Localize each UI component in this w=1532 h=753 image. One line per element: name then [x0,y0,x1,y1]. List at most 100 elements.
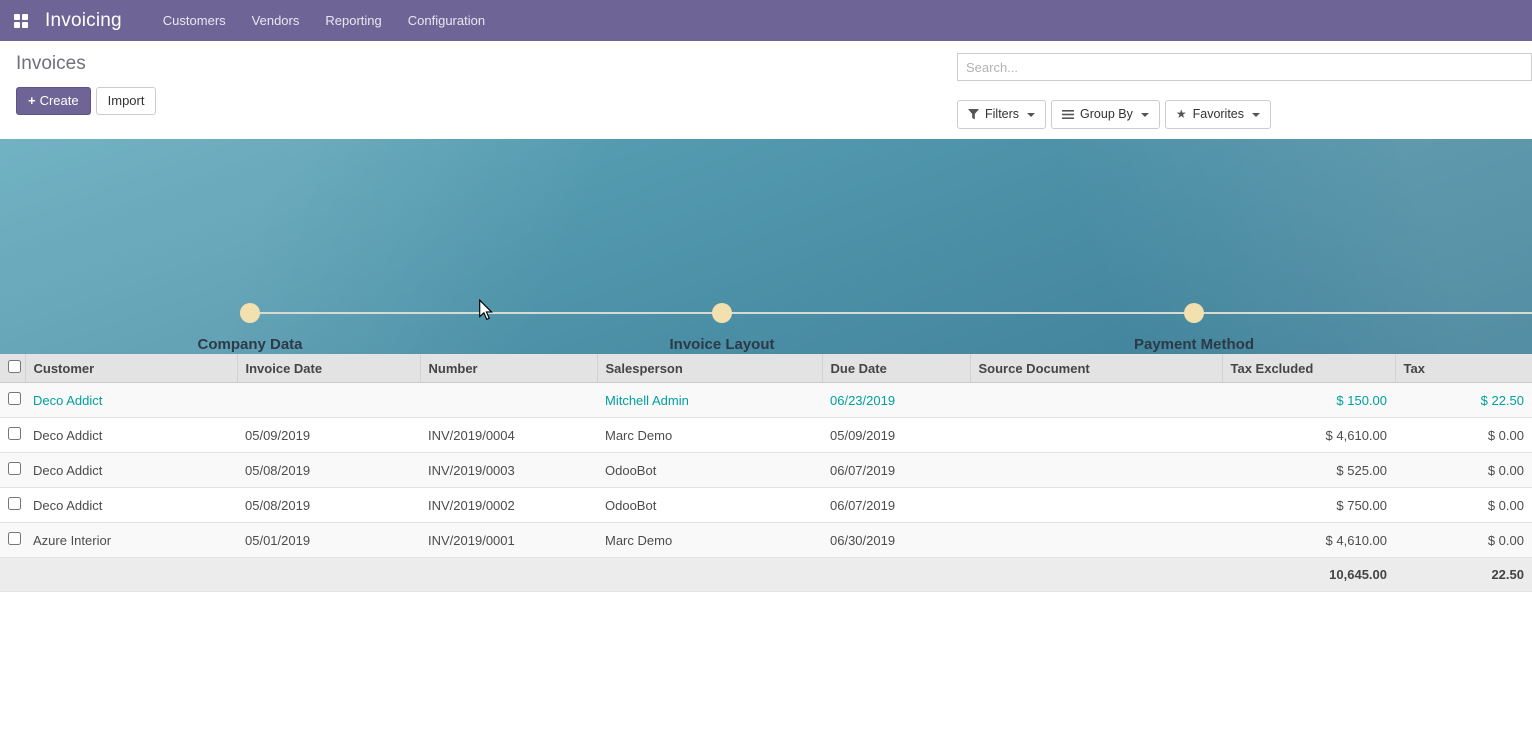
cell-invoice-date: 05/01/2019 [237,523,420,558]
row-checkbox[interactable] [8,462,21,475]
cell-source-document [970,488,1222,523]
table-row[interactable]: Deco Addict Mitchell Admin 06/23/2019 $ … [0,383,1532,418]
invoice-list: Customer Invoice Date Number Salesperson… [0,354,1532,592]
row-checkbox[interactable] [8,392,21,405]
cell-tax-excluded: $ 4,610.00 [1222,418,1395,453]
table-row[interactable]: Deco Addict 05/08/2019 INV/2019/0003 Odo… [0,453,1532,488]
cell-tax: $ 0.00 [1395,418,1532,453]
cell-tax: $ 0.00 [1395,523,1532,558]
col-header-invoice-date[interactable]: Invoice Date [237,354,420,383]
onboarding-banner: Company Data Set your company's data for… [0,139,1532,354]
cell-invoice-date: 05/08/2019 [237,453,420,488]
totals-row: 10,645.00 22.50 [0,558,1532,592]
cell-salesperson: Marc Demo [597,418,822,453]
filter-funnel-icon [968,109,979,120]
onboarding-step-company-data: Company Data Set your company's data for… [85,336,415,354]
cell-tax-excluded: $ 4,610.00 [1222,523,1395,558]
cell-due-date: 05/09/2019 [822,418,970,453]
select-all-checkbox[interactable] [8,360,21,373]
apps-menu-icon[interactable] [0,0,41,41]
cell-salesperson[interactable]: Mitchell Admin [597,383,822,418]
list-header-row: Customer Invoice Date Number Salesperson… [0,354,1532,383]
nav-item-configuration[interactable]: Configuration [395,0,498,41]
col-header-due-date[interactable]: Due Date [822,354,970,383]
cell-source-document [970,523,1222,558]
top-nav: Invoicing Customers Vendors Reporting Co… [0,0,1532,41]
cell-number: INV/2019/0002 [420,488,597,523]
create-button-label: Create [40,93,79,108]
filters-label: Filters [985,107,1019,122]
cell-number: INV/2019/0003 [420,453,597,488]
cell-tax: $ 22.50 [1395,383,1532,418]
step-title: Payment Method [1029,336,1359,353]
row-checkbox[interactable] [8,532,21,545]
chevron-down-icon [1027,113,1035,117]
chevron-down-icon [1252,113,1260,117]
step-dot-company-data [240,303,260,323]
favorites-label: Favorites [1193,107,1244,122]
cell-tax-excluded: $ 150.00 [1222,383,1395,418]
nav-menu: Customers Vendors Reporting Configuratio… [150,0,498,41]
cell-salesperson: Marc Demo [597,523,822,558]
cell-salesperson: OdooBot [597,488,822,523]
table-row[interactable]: Deco Addict 05/08/2019 INV/2019/0002 Odo… [0,488,1532,523]
onboarding-step-payment-method: Payment Method Configure your payment me… [1029,336,1359,354]
cell-source-document [970,383,1222,418]
cell-salesperson: OdooBot [597,453,822,488]
total-tax-excluded: 10,645.00 [1222,558,1395,592]
step-dot-invoice-layout [712,303,732,323]
group-by-icon [1062,109,1074,120]
col-header-tax-excluded[interactable]: Tax Excluded [1222,354,1395,383]
col-header-number[interactable]: Number [420,354,597,383]
onboarding-step-invoice-layout: Invoice Layout Customize the look of you… [557,336,887,354]
table-row[interactable]: Deco Addict 05/09/2019 INV/2019/0004 Mar… [0,418,1532,453]
cell-tax: $ 0.00 [1395,453,1532,488]
step-title: Company Data [85,336,415,353]
cell-tax: $ 0.00 [1395,488,1532,523]
star-icon: ★ [1176,107,1187,121]
col-header-source-document[interactable]: Source Document [970,354,1222,383]
cell-due-date: 06/07/2019 [822,488,970,523]
cell-number: INV/2019/0001 [420,523,597,558]
cell-due-date: 06/30/2019 [822,523,970,558]
step-dot-payment-method [1184,303,1204,323]
nav-item-reporting[interactable]: Reporting [312,0,394,41]
page-title: Invoices [16,53,156,75]
create-button[interactable]: + Create [16,87,91,115]
cell-customer: Deco Addict [25,418,237,453]
group-by-button[interactable]: Group By [1051,100,1160,129]
cell-tax-excluded: $ 750.00 [1222,488,1395,523]
cell-source-document [970,453,1222,488]
filters-button[interactable]: Filters [957,100,1046,129]
plus-icon: + [28,93,36,108]
row-checkbox[interactable] [8,497,21,510]
onboarding-progress-line [250,312,1532,314]
app-name[interactable]: Invoicing [45,10,122,32]
cell-tax-excluded: $ 525.00 [1222,453,1395,488]
cell-customer: Azure Interior [25,523,237,558]
cell-number: INV/2019/0004 [420,418,597,453]
cell-customer: Deco Addict [25,488,237,523]
cell-invoice-date: 05/09/2019 [237,418,420,453]
search-input[interactable] [957,53,1532,81]
cell-customer: Deco Addict [25,453,237,488]
cell-number [420,383,597,418]
col-header-tax[interactable]: Tax [1395,354,1532,383]
group-by-label: Group By [1080,107,1133,122]
control-panel: Invoices + Create Import Filters Group By… [0,41,1532,130]
nav-item-vendors[interactable]: Vendors [239,0,313,41]
col-header-customer[interactable]: Customer [25,354,237,383]
cell-invoice-date [237,383,420,418]
col-header-salesperson[interactable]: Salesperson [597,354,822,383]
row-checkbox[interactable] [8,427,21,440]
cell-due-date: 06/07/2019 [822,453,970,488]
table-row[interactable]: Azure Interior 05/01/2019 INV/2019/0001 … [0,523,1532,558]
favorites-button[interactable]: ★ Favorites [1165,100,1271,129]
import-button[interactable]: Import [96,87,157,115]
cell-invoice-date: 05/08/2019 [237,488,420,523]
chevron-down-icon [1141,113,1149,117]
nav-item-customers[interactable]: Customers [150,0,239,41]
grid-icon [14,14,28,28]
cell-customer[interactable]: Deco Addict [25,383,237,418]
cell-due-date: 06/23/2019 [822,383,970,418]
